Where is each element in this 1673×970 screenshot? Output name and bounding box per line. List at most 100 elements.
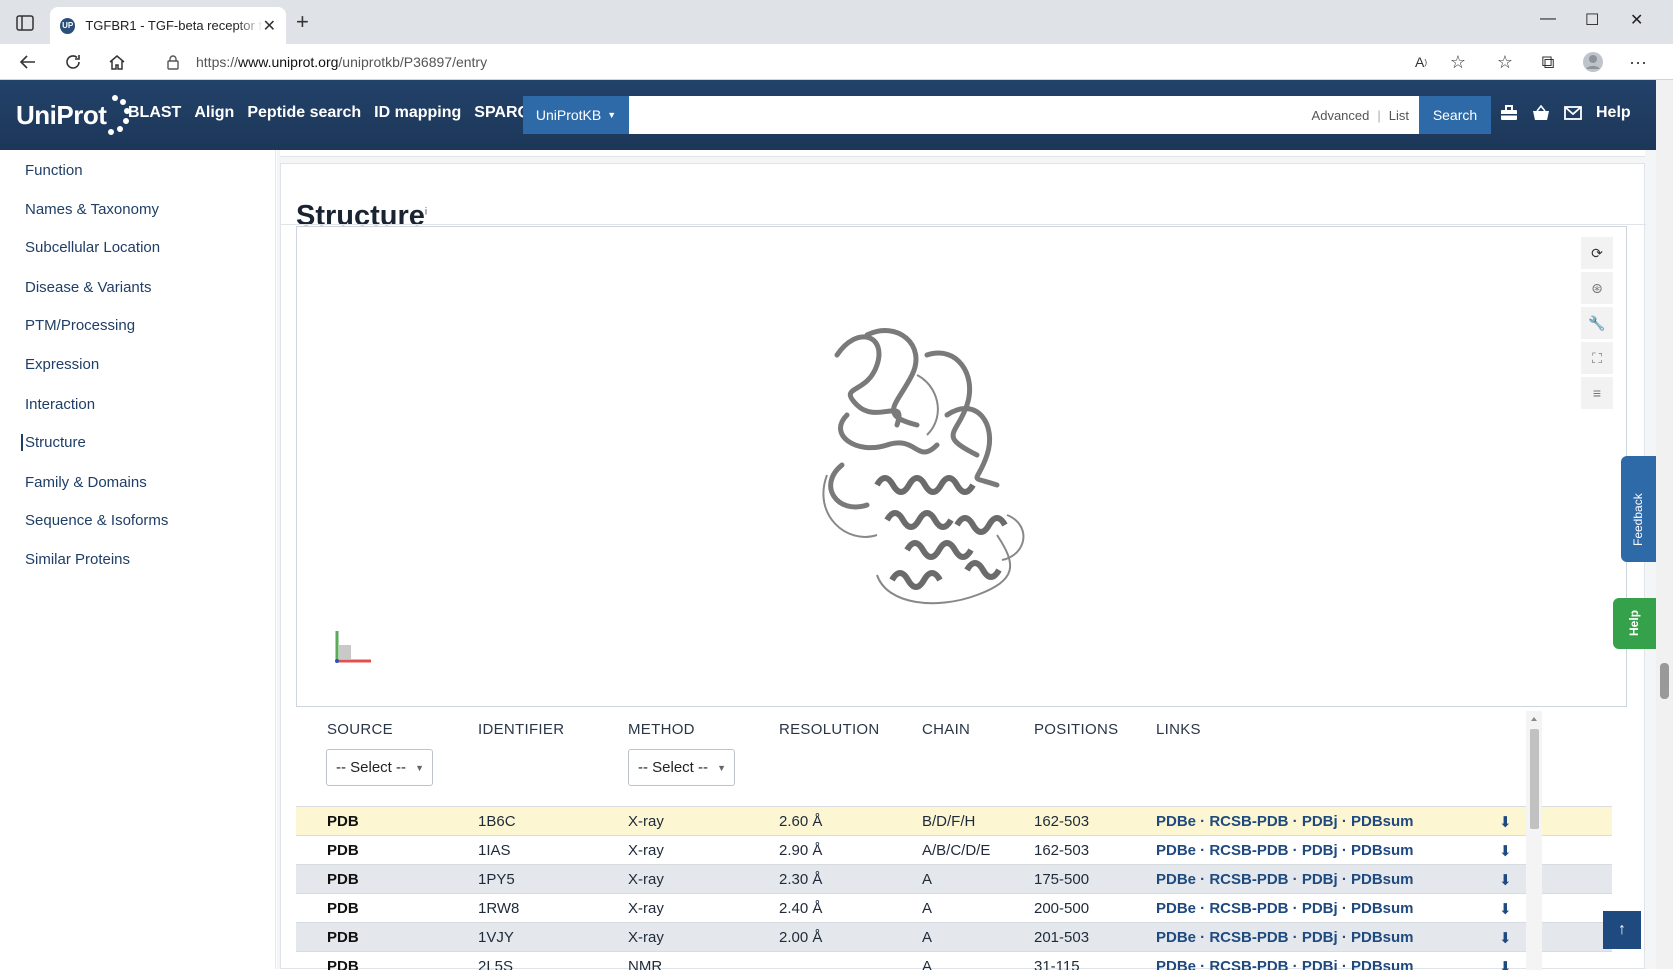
cell-links[interactable]: PDBe · RCSB-PDB · PDBj · PDBsum [1156, 842, 1414, 859]
info-icon[interactable]: i [425, 206, 427, 217]
url-field[interactable]: https://www.uniprot.org/uniprotkb/P36897… [144, 48, 1424, 76]
axes-orientation-icon [335, 631, 371, 663]
nav-id-mapping[interactable]: ID mapping [374, 104, 461, 122]
refresh-icon[interactable] [62, 51, 84, 73]
tab-close-icon[interactable]: ✕ [263, 16, 276, 36]
read-aloud-icon[interactable]: A) [1410, 51, 1432, 73]
search-button[interactable]: Search [1419, 96, 1491, 134]
cell-method: X-ray [628, 900, 664, 917]
cell-source: PDB [327, 958, 359, 970]
title-divider [281, 224, 1646, 225]
search-input[interactable]: Advanced | List [629, 96, 1419, 134]
cell-chain: A [922, 958, 933, 970]
source-filter-select[interactable]: -- Select -- ▼ [326, 749, 433, 786]
favorites-list-icon[interactable]: ☆ [1494, 51, 1516, 73]
cell-links[interactable]: PDBe · RCSB-PDB · PDBj · PDBsum [1156, 929, 1414, 946]
download-icon[interactable]: ⬇ [1499, 871, 1512, 889]
sidebar-item-structure[interactable]: Structure [21, 434, 86, 451]
sidebar-item-disease-variants[interactable]: Disease & Variants [25, 279, 151, 296]
feedback-tab[interactable]: Feedback [1621, 456, 1656, 562]
sidebar-item-names-taxonomy[interactable]: Names & Taxonomy [25, 201, 159, 218]
download-icon[interactable]: ⬇ [1499, 842, 1512, 860]
table-row[interactable]: PDB 2L5S NMR A 31-115 PDBe · RCSB-PDB · … [296, 951, 1612, 970]
cell-positions: 162-503 [1034, 842, 1090, 859]
tab-actions-icon[interactable] [14, 12, 36, 34]
table-row[interactable]: PDB 1PY5 X-ray 2.30 Å A 175-500 PDBe · R… [296, 864, 1612, 893]
settings-sliders-icon[interactable]: ≡ [1581, 377, 1613, 409]
basket-icon[interactable] [1532, 105, 1550, 121]
minimize-icon[interactable]: — [1540, 10, 1556, 28]
top-nav: BLAST Align Peptide search ID mapping SP… [128, 104, 540, 122]
cell-links[interactable]: PDBe · RCSB-PDB · PDBj · PDBsum [1156, 958, 1414, 970]
browser-tab-active[interactable]: UP TGFBR1 - TGF-beta receptor type ✕ [50, 7, 286, 44]
structure-table: SOURCE IDENTIFIER METHOD RESOLUTION CHAI… [296, 711, 1612, 970]
tools-wrench-icon[interactable]: 🔧 [1581, 307, 1613, 339]
nav-peptide-search[interactable]: Peptide search [247, 104, 361, 122]
col-header-identifier: IDENTIFIER [478, 721, 565, 738]
col-header-resolution: RESOLUTION [779, 721, 880, 738]
cell-chain: A [922, 929, 933, 946]
cell-resolution: 2.30 Å [779, 871, 823, 888]
list-search-link[interactable]: List [1389, 108, 1409, 123]
back-icon[interactable] [17, 51, 39, 73]
sidebar-item-subcellular-location[interactable]: Subcellular Location [25, 239, 160, 256]
help-link[interactable]: Help [1596, 104, 1631, 122]
table-scrollbar[interactable] [1526, 711, 1542, 970]
structure-3d-viewer[interactable]: ⟳ ⊛ 🔧 ⛶ ≡ [296, 226, 1627, 707]
download-icon[interactable]: ⬇ [1499, 929, 1512, 947]
toolkit-icon[interactable] [1500, 105, 1518, 121]
sidebar-item-interaction[interactable]: Interaction [25, 396, 95, 413]
maximize-icon[interactable]: ☐ [1585, 10, 1599, 30]
cell-links[interactable]: PDBe · RCSB-PDB · PDBj · PDBsum [1156, 900, 1414, 917]
table-row[interactable]: PDB 1IAS X-ray 2.90 Å A/B/C/D/E 162-503 … [296, 835, 1612, 864]
page-scrollbar-thumb[interactable] [1660, 663, 1669, 699]
cell-positions: 175-500 [1034, 871, 1090, 888]
uniprot-logo[interactable]: UniProt [16, 90, 131, 140]
cell-links[interactable]: PDBe · RCSB-PDB · PDBj · PDBsum [1156, 871, 1414, 888]
cell-links[interactable]: PDBe · RCSB-PDB · PDBj · PDBsum [1156, 813, 1414, 830]
back-to-top-icon[interactable]: ↑ [1603, 911, 1641, 949]
database-select[interactable]: UniProtKB ▼ [523, 96, 629, 134]
collections-icon[interactable]: ⧉ [1537, 51, 1559, 73]
advanced-search-link[interactable]: Advanced [1312, 108, 1370, 123]
favorite-star-icon[interactable]: ☆ [1447, 51, 1469, 73]
sidebar-item-expression[interactable]: Expression [25, 356, 99, 373]
cell-chain: A/B/C/D/E [922, 842, 991, 859]
window-close-icon[interactable]: ✕ [1630, 10, 1643, 30]
home-icon[interactable] [106, 51, 128, 73]
download-icon[interactable]: ⬇ [1499, 813, 1512, 831]
profile-avatar-icon[interactable] [1582, 51, 1604, 73]
cell-source: PDB [327, 900, 359, 917]
fullscreen-icon[interactable]: ⛶ [1581, 342, 1613, 374]
screenshot-icon[interactable]: ⊛ [1581, 272, 1613, 304]
table-row[interactable]: PDB 1RW8 X-ray 2.40 Å A 200-500 PDBe · R… [296, 893, 1612, 922]
page-scrollbar[interactable] [1656, 80, 1673, 969]
cell-positions: 201-503 [1034, 929, 1090, 946]
method-filter-select[interactable]: -- Select -- ▼ [628, 749, 735, 786]
cell-identifier: 1RW8 [478, 900, 520, 917]
table-row[interactable]: PDB 1VJY X-ray 2.00 Å A 201-503 PDBe · R… [296, 922, 1612, 951]
reset-camera-icon[interactable]: ⟳ [1581, 237, 1613, 269]
sidebar-item-family-domains[interactable]: Family & Domains [25, 474, 147, 491]
cell-resolution: 2.40 Å [779, 900, 823, 917]
cell-chain: A [922, 900, 933, 917]
cell-source: PDB [327, 929, 359, 946]
sidebar-item-sequence-isoforms[interactable]: Sequence & Isoforms [25, 512, 168, 529]
col-header-chain: CHAIN [922, 721, 971, 738]
cell-resolution: 2.90 Å [779, 842, 823, 859]
new-tab-icon[interactable]: + [296, 11, 309, 33]
sidebar-item-function[interactable]: Function [25, 162, 83, 179]
sidebar-item-ptm-processing[interactable]: PTM/Processing [25, 317, 135, 334]
more-menu-icon[interactable]: ··· [1627, 51, 1649, 73]
cell-source: PDB [327, 813, 359, 830]
caret-down-icon: ▼ [607, 110, 617, 120]
download-icon[interactable]: ⬇ [1499, 958, 1512, 970]
nav-blast[interactable]: BLAST [128, 104, 181, 122]
help-tab[interactable]: Help [1613, 598, 1656, 649]
protein-ribbon-model [822, 328, 1025, 605]
sidebar-item-similar-proteins[interactable]: Similar Proteins [25, 551, 130, 568]
table-row[interactable]: PDB 1B6C X-ray 2.60 Å B/D/F/H 162-503 PD… [296, 806, 1612, 835]
download-icon[interactable]: ⬇ [1499, 900, 1512, 918]
nav-align[interactable]: Align [194, 104, 234, 122]
mail-icon[interactable] [1564, 106, 1582, 120]
